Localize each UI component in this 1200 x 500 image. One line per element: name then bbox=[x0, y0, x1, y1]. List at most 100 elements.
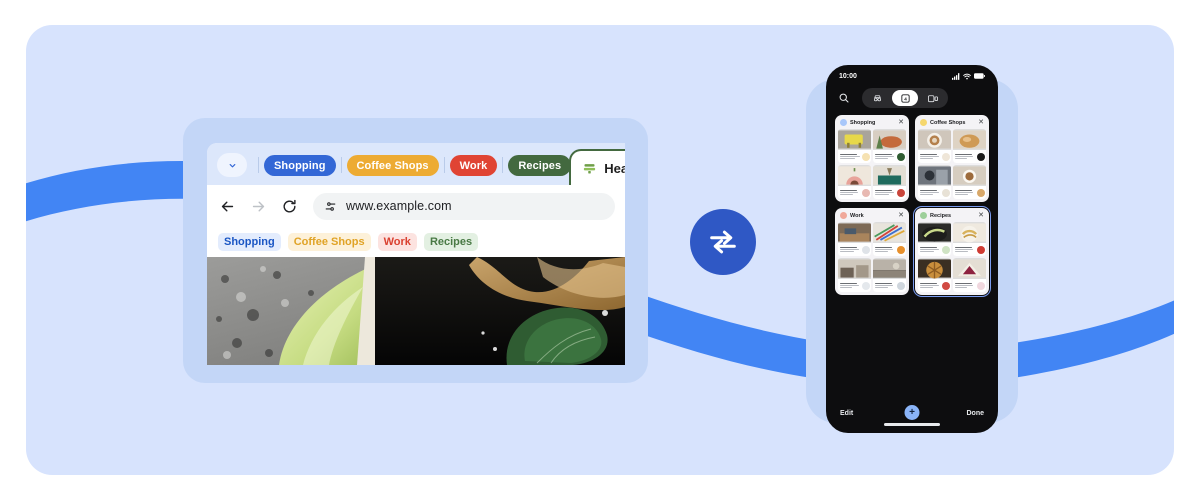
group-color-dot bbox=[920, 212, 927, 219]
tab-strip: Shopping Coffee Shops Work Recipes Heart… bbox=[207, 143, 625, 185]
tab-group-card-work[interactable]: Work ✕ bbox=[835, 208, 909, 295]
tab-group-card-shopping[interactable]: Shopping ✕ bbox=[835, 115, 909, 202]
bookmark-shopping[interactable]: Shopping bbox=[218, 233, 281, 251]
active-tab[interactable]: Hearty Herb bbox=[569, 149, 625, 185]
phone-toolbar: 4 bbox=[828, 85, 996, 111]
back-arrow-icon bbox=[221, 201, 233, 211]
home-indicator bbox=[884, 423, 940, 426]
group-name: Work bbox=[850, 212, 864, 219]
card-header: Shopping ✕ bbox=[838, 118, 906, 129]
tab-group-chip-recipes[interactable]: Recipes bbox=[508, 155, 572, 176]
scene: Shopping Coffee Shops Work Recipes Heart… bbox=[0, 0, 1200, 500]
thumbnail-grid bbox=[918, 129, 986, 199]
card-header: Recipes ✕ bbox=[918, 211, 986, 222]
food-photo bbox=[207, 257, 625, 365]
tab-thumbnail[interactable] bbox=[918, 222, 951, 256]
back-button[interactable] bbox=[217, 196, 237, 216]
tab-thumbnail[interactable] bbox=[838, 129, 871, 163]
tab-group-chip-coffee-shops[interactable]: Coffee Shops bbox=[346, 155, 439, 176]
tab-group-chip-work[interactable]: Work bbox=[449, 155, 498, 176]
thumbnail-grid bbox=[918, 222, 986, 292]
bookmark-recipes[interactable]: Recipes bbox=[423, 233, 479, 251]
tab-divider bbox=[258, 157, 259, 173]
phone-status-bar: 10:00 bbox=[828, 67, 996, 85]
tab-thumbnail[interactable] bbox=[873, 129, 906, 163]
close-icon[interactable]: ✕ bbox=[898, 212, 904, 219]
group-color-dot bbox=[920, 119, 927, 126]
tab-thumbnail[interactable] bbox=[953, 258, 986, 292]
phone-bottom-bar: Edit + Done bbox=[828, 395, 996, 431]
edit-button[interactable]: Edit bbox=[840, 410, 853, 417]
cellular-signal-icon bbox=[952, 72, 960, 80]
bookmark-coffee-shops[interactable]: Coffee Shops bbox=[287, 233, 371, 251]
reload-button[interactable] bbox=[279, 196, 299, 216]
status-icon-group bbox=[952, 72, 985, 80]
new-tab-button[interactable]: + bbox=[904, 405, 920, 420]
tab-thumbnail[interactable] bbox=[953, 222, 986, 256]
group-color-dot bbox=[840, 212, 847, 219]
group-name: Shopping bbox=[850, 119, 876, 126]
tab-count-icon: 4 bbox=[900, 93, 910, 103]
battery-icon bbox=[974, 73, 985, 79]
search-icon[interactable] bbox=[838, 92, 850, 104]
done-button[interactable]: Done bbox=[967, 410, 985, 417]
page-content-photo bbox=[207, 257, 625, 365]
tab-thumbnail[interactable] bbox=[873, 258, 906, 292]
tab-thumbnail[interactable] bbox=[838, 165, 871, 199]
sync-badge bbox=[690, 209, 756, 275]
tab-thumbnail[interactable] bbox=[838, 258, 871, 292]
browser-window: Shopping Coffee Shops Work Recipes Heart… bbox=[207, 143, 625, 365]
address-bar-url: www.example.com bbox=[346, 199, 452, 213]
tab-divider bbox=[443, 157, 445, 173]
forward-arrow-icon bbox=[252, 201, 264, 211]
tab-group-grid: Shopping ✕ Coffee Shops ✕ Work ✕ Recipes… bbox=[828, 111, 996, 297]
bookmark-work[interactable]: Work bbox=[377, 233, 417, 251]
tab-thumbnail[interactable] bbox=[838, 222, 871, 256]
sync-arrows-icon bbox=[710, 230, 736, 254]
close-icon[interactable]: ✕ bbox=[978, 119, 984, 126]
group-name: Coffee Shops bbox=[930, 119, 966, 126]
svg-text:4: 4 bbox=[904, 96, 907, 101]
thumbnail-grid bbox=[838, 222, 906, 292]
active-tab-title: Hearty Herb bbox=[604, 160, 625, 176]
tab-groups-icon bbox=[928, 94, 938, 102]
segment-tab-groups[interactable] bbox=[920, 90, 946, 106]
tab-mode-segmented-control: 4 bbox=[862, 88, 948, 108]
recipes-group-region: Recipes Hearty Herb bbox=[508, 149, 625, 185]
close-icon[interactable]: ✕ bbox=[898, 119, 904, 126]
group-color-dot bbox=[840, 119, 847, 126]
group-name: Recipes bbox=[930, 212, 952, 219]
tab-thumbnail[interactable] bbox=[873, 222, 906, 256]
tab-thumbnail[interactable] bbox=[953, 129, 986, 163]
tab-thumbnail[interactable] bbox=[918, 165, 951, 199]
close-icon[interactable]: ✕ bbox=[978, 212, 984, 219]
reload-icon bbox=[282, 199, 296, 212]
phone-screen: 10:00 4 Shopping ✕ Coffee Shops ✕ Work ✕… bbox=[826, 65, 998, 433]
tab-thumbnail[interactable] bbox=[873, 165, 906, 199]
forward-button[interactable] bbox=[248, 196, 268, 216]
incognito-icon bbox=[873, 94, 881, 101]
tune-icon[interactable] bbox=[324, 200, 337, 213]
status-time: 10:00 bbox=[839, 72, 857, 80]
tab-group-card-coffee-shops[interactable]: Coffee Shops ✕ bbox=[915, 115, 989, 202]
wifi-icon bbox=[963, 73, 971, 79]
bookmarks-bar: Shopping Coffee Shops Work Recipes bbox=[207, 227, 625, 257]
tab-group-chip-shopping[interactable]: Shopping bbox=[264, 155, 336, 176]
tab-thumbnail[interactable] bbox=[918, 258, 951, 292]
tab-divider bbox=[340, 157, 342, 173]
browser-toolbar: www.example.com bbox=[207, 185, 625, 227]
chevron-down-icon bbox=[229, 163, 235, 167]
tab-group-card-recipes[interactable]: Recipes ✕ bbox=[913, 206, 991, 297]
card-header: Work ✕ bbox=[838, 211, 906, 222]
tab-thumbnail[interactable] bbox=[918, 129, 951, 163]
tab-divider bbox=[502, 157, 504, 173]
tab-thumbnail[interactable] bbox=[953, 165, 986, 199]
collapse-tab-groups-button[interactable] bbox=[217, 153, 247, 177]
segment-tab-count[interactable]: 4 bbox=[892, 90, 918, 106]
address-bar[interactable]: www.example.com bbox=[313, 192, 615, 220]
card-header: Coffee Shops ✕ bbox=[918, 118, 986, 129]
segment-incognito[interactable] bbox=[864, 90, 890, 106]
laptop-frame: Shopping Coffee Shops Work Recipes Heart… bbox=[183, 118, 648, 383]
tab-group-icon bbox=[584, 163, 596, 173]
thumbnail-grid bbox=[838, 129, 906, 199]
